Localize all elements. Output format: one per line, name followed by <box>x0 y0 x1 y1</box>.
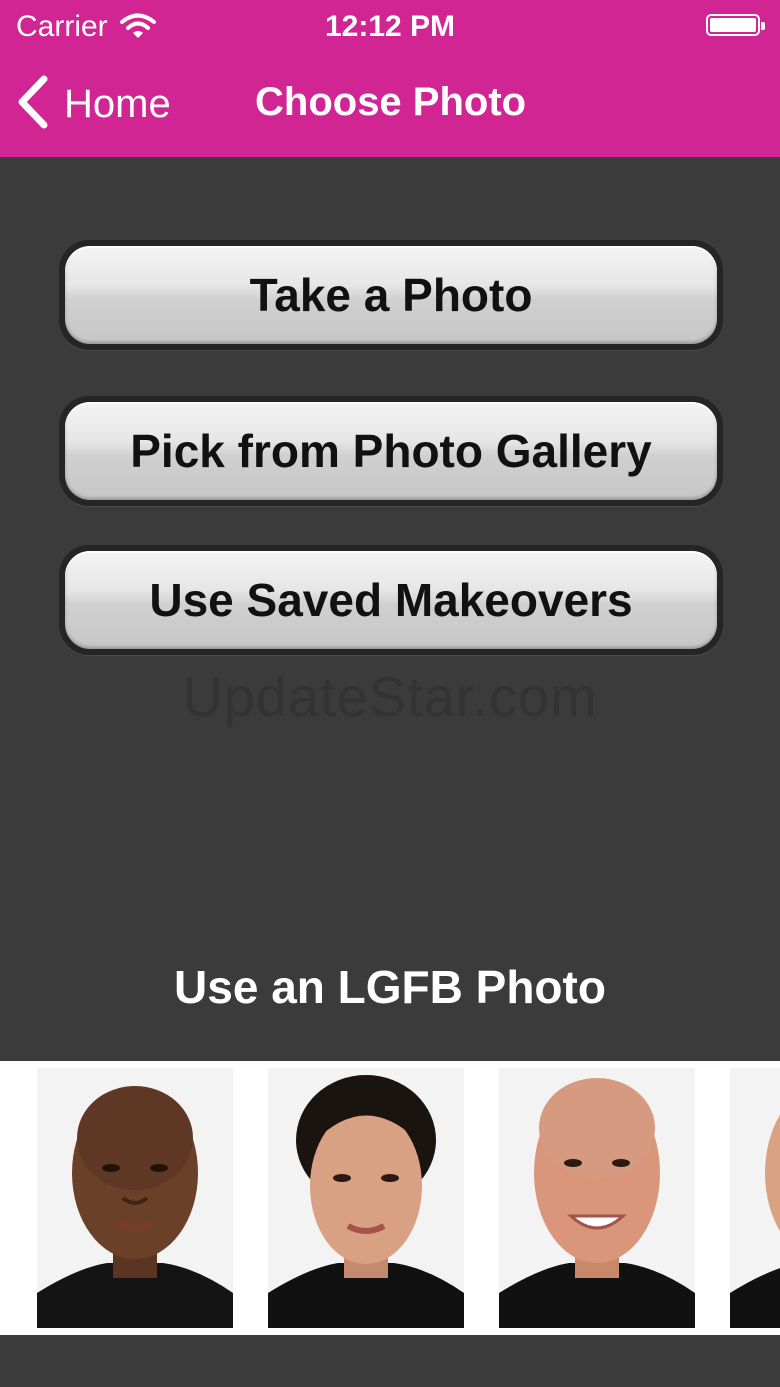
lgfb-photo-4[interactable] <box>730 1068 780 1328</box>
saved-makeovers-button-frame: Use Saved Makeovers <box>59 545 723 655</box>
pick-from-gallery-button[interactable]: Pick from Photo Gallery <box>65 402 717 500</box>
pick-gallery-button-frame: Pick from Photo Gallery <box>59 396 723 506</box>
status-bar: Carrier 12:12 PM <box>0 0 780 52</box>
lgfb-photo-strip[interactable] <box>0 1061 780 1335</box>
lgfb-photo-3[interactable] <box>499 1068 695 1328</box>
page-title: Choose Photo <box>255 80 527 124</box>
take-photo-button[interactable]: Take a Photo <box>65 246 717 344</box>
navigation-bar: Home Choose Photo <box>0 52 780 157</box>
lgfb-section-title: Use an LGFB Photo <box>174 961 606 1013</box>
chevron-left-icon <box>14 75 52 134</box>
take-photo-button-frame: Take a Photo <box>59 240 723 350</box>
saved-makeovers-button[interactable]: Use Saved Makeovers <box>65 551 717 649</box>
status-time: 12:12 PM <box>324 10 456 43</box>
battery-icon <box>706 14 765 36</box>
watermark: UpdateStar.com <box>182 665 598 728</box>
lgfb-photo-2[interactable] <box>268 1068 464 1328</box>
lgfb-photo-1[interactable] <box>37 1068 233 1328</box>
back-label: Home <box>64 81 171 126</box>
bottom-bar <box>0 1335 780 1387</box>
back-button[interactable]: Home <box>14 74 171 134</box>
